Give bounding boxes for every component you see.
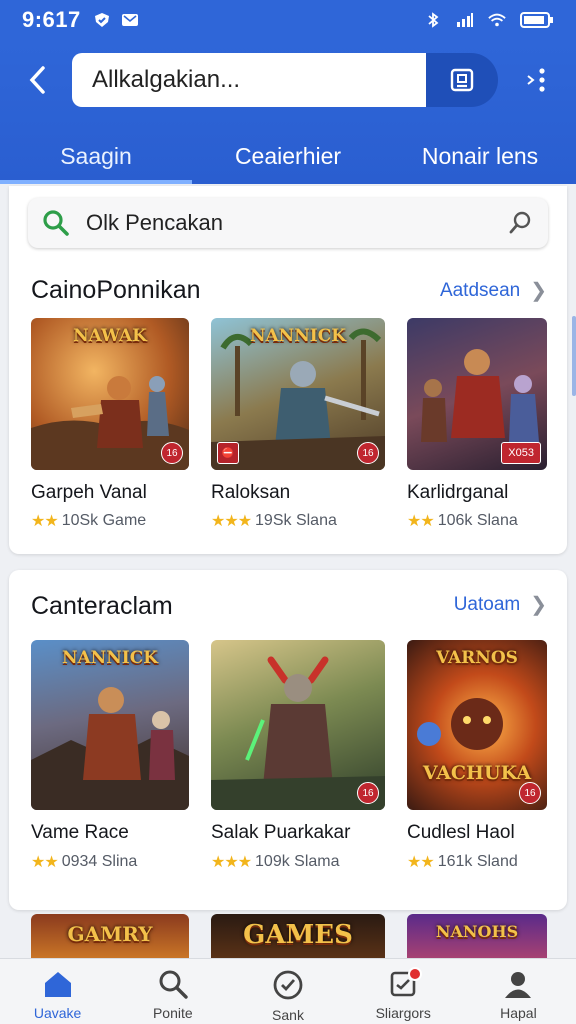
section-see-all-link[interactable]: Aatdsean ❯ [440, 278, 547, 303]
game-title[interactable]: Raloksan [211, 482, 290, 504]
age-rating-badge: 16 [161, 442, 183, 464]
back-button[interactable] [22, 62, 52, 98]
star-rating-icon: ★★★ [211, 513, 252, 530]
game-title[interactable]: Vame Race [31, 822, 129, 844]
star-rating-icon: ★★ [31, 513, 59, 530]
more-vertical-icon [527, 68, 545, 92]
nav-item-search[interactable]: Ponite [115, 959, 230, 1024]
game-meta-text: 106k Slana [437, 512, 518, 529]
bottom-navigation: Uavake Ponite Sank Sliargors Hapal [0, 958, 576, 1024]
nav-label: Sank [272, 1007, 304, 1023]
see-all-label: Uatoam [453, 593, 521, 615]
star-rating-icon: ★★ [407, 854, 435, 871]
game-rating: ★★ 0934 Slina [31, 852, 137, 872]
game-title[interactable]: Karlidrganal [407, 482, 508, 504]
tab-saagin[interactable]: Saagin [0, 128, 192, 184]
game-rating: ★★★ 19Sk Slana [211, 511, 337, 531]
game-thumbnail[interactable]: VARNOS VACHUKA 16 [407, 640, 547, 810]
game-meta-text: 161k Sland [437, 853, 518, 870]
nav-item-check[interactable]: Sank [230, 959, 345, 1024]
section-see-all-link[interactable]: Uatoam ❯ [454, 592, 547, 617]
chevron-right-icon: ❯ [530, 280, 547, 302]
section-card-2: Canteraclam Uatoam ❯ NANNICK Vame Race ★… [9, 570, 567, 910]
section-title: CainoPonnikan [31, 276, 201, 304]
game-meta-text: 10Sk Game [61, 512, 147, 529]
age-rating-badge: 16 [357, 442, 379, 464]
game-meta-text: 0934 Slina [61, 853, 138, 870]
nav-label: Hapal [500, 1005, 537, 1021]
age-rating-badge: 16 [357, 782, 379, 804]
game-rating: ★★★ 109k Slama [211, 852, 340, 872]
section-card-1: Olk Pencakan CainoPonnikan Aatdsean ❯ NA… [9, 186, 567, 554]
notification-dot [407, 967, 422, 981]
nav-item-profile[interactable]: Hapal [461, 959, 576, 1024]
game-thumbnail[interactable]: NANNICK [31, 640, 189, 810]
game-logo-text: NANNICK [249, 326, 347, 346]
game-thumbnail[interactable]: NAWAK 16 [31, 318, 189, 470]
bluetooth-icon [428, 12, 439, 28]
game-logo-subtext: VACHUKA [422, 762, 532, 784]
game-thumbnail[interactable]: NANNICK ⛔ 16 [211, 318, 385, 470]
shield-icon [94, 13, 109, 27]
chevron-right-icon: ❯ [530, 594, 547, 616]
check-circle-icon [273, 970, 303, 1000]
tab-nonair-lens[interactable]: Nonair lens [384, 128, 576, 184]
game-rating: ★★ 10Sk Game [31, 511, 146, 531]
header-tabs: Saagin Ceaierhier Nonair lens [0, 128, 576, 184]
game-title[interactable]: Salak Puarkakar [211, 822, 350, 844]
more-options-button[interactable] [520, 62, 556, 98]
game-meta-text: 109k Slama [255, 853, 340, 870]
game-thumbnail[interactable]: X053 [407, 318, 547, 470]
game-logo-text: NAWAK [73, 326, 147, 346]
magnifier-icon[interactable] [508, 210, 534, 236]
battery-icon [520, 12, 553, 28]
star-rating-icon: ★★ [31, 854, 59, 871]
content-warning-badge: ⛔ [217, 442, 239, 464]
nav-label: Sliargors [375, 1005, 431, 1021]
search-icon [43, 210, 69, 236]
chevron-left-icon [29, 66, 45, 94]
star-rating-icon: ★★ [407, 513, 435, 530]
inner-search-input[interactable]: Olk Pencakan [28, 198, 548, 248]
nav-item-notifications[interactable]: Sliargors [346, 959, 461, 1024]
game-meta-text: 19Sk Slana [255, 512, 337, 529]
status-time: 9:617 [22, 7, 81, 32]
game-logo-text: NANNICK [61, 648, 159, 668]
game-title[interactable]: Garpeh Vanal [31, 482, 147, 504]
game-logo-text: NANOHS [435, 922, 519, 941]
message-icon [121, 14, 138, 26]
scrollbar[interactable] [572, 316, 576, 396]
star-rating-icon: ★★★ [211, 854, 252, 871]
game-thumbnail[interactable]: 16 [211, 640, 385, 810]
search-input-value: Allkalgakian... [92, 66, 241, 93]
profile-icon [505, 972, 532, 998]
age-rating-badge: 16 [519, 782, 541, 804]
game-logo-text: GAMES [243, 920, 353, 950]
wifi-icon [488, 13, 506, 27]
tab-ceaierhier[interactable]: Ceaierhier [192, 128, 384, 184]
scan-button[interactable] [426, 53, 498, 107]
game-rating: ★★ 161k Sland [407, 852, 518, 872]
game-rating: ★★ 106k Slana [407, 511, 518, 531]
nav-item-home[interactable]: Uavake [0, 959, 115, 1024]
game-art-image [211, 656, 385, 810]
age-rating-badge: X053 [501, 442, 541, 464]
home-icon [44, 972, 71, 997]
game-logo-text: VARNOS [436, 648, 518, 668]
status-bar: 9:617 [0, 0, 576, 40]
search-input[interactable]: Allkalgakian... [72, 53, 426, 107]
nav-label: Ponite [152, 1005, 193, 1021]
section-title: Canteraclam [31, 592, 173, 620]
nav-label: Uavake [33, 1005, 82, 1021]
app-header: Allkalgakian... Saagin Ceaierhier Nonair… [0, 40, 576, 184]
game-title[interactable]: Cudlesl Haol [407, 822, 515, 844]
cellular-signal-icon [457, 13, 473, 27]
see-all-label: Aatdsean [439, 279, 521, 301]
inner-search-value: Olk Pencakan [86, 210, 223, 235]
game-logo-text: GAMRY [67, 922, 153, 946]
search-icon [159, 970, 188, 999]
scan-icon [450, 68, 474, 92]
